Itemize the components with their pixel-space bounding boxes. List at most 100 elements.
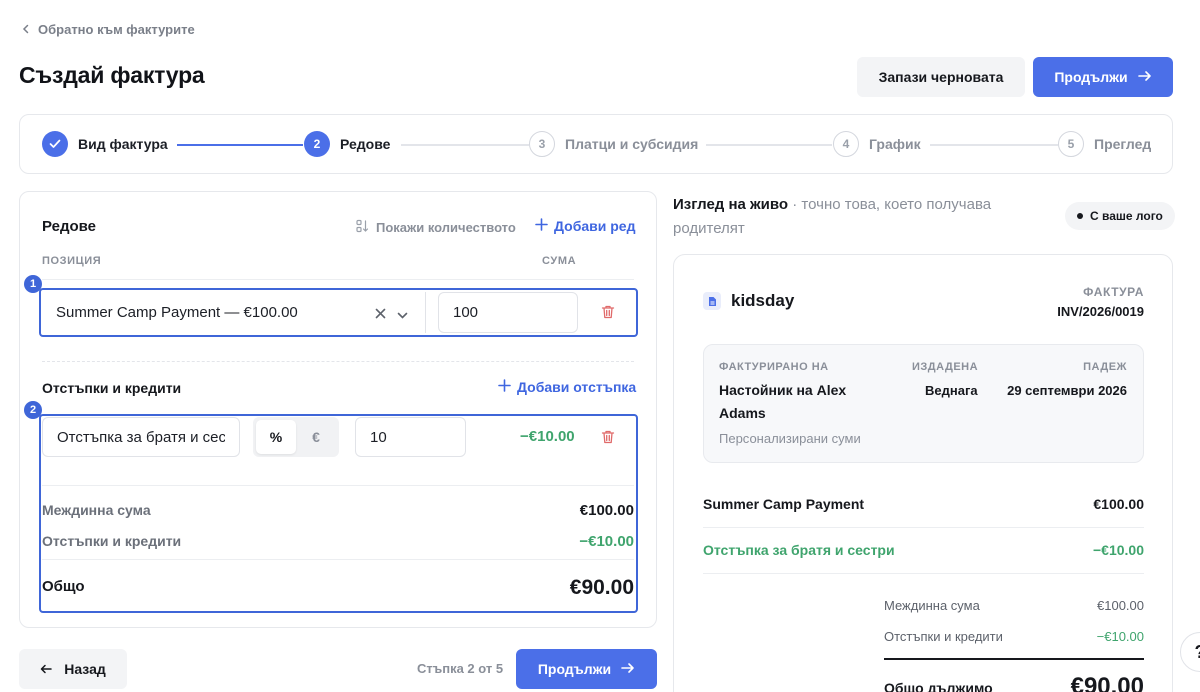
- step-schedule[interactable]: 4 График: [833, 131, 921, 157]
- invoice-preview-card: [673, 254, 1173, 692]
- total-label: Общо: [42, 578, 85, 595]
- discount-name-input[interactable]: Отстъпка за братя и сес: [42, 417, 240, 457]
- progress-stepper: Вид фактура 2 Редове 3 Платци и субсидия…: [19, 114, 1173, 174]
- step-label: Редове: [340, 136, 391, 152]
- discounts-total-value: −€10.00: [579, 533, 634, 550]
- invoice-number: INV/2026/0019: [1057, 304, 1144, 319]
- preview-total-label: Общо дължимо: [884, 680, 993, 692]
- help-button[interactable]: ?: [1180, 632, 1200, 672]
- back-link-label: Обратно към фактурите: [38, 22, 195, 37]
- add-line-label: Добави ред: [554, 218, 636, 234]
- billed-to-value: Настойник на Alex Adams: [719, 382, 847, 421]
- step-invoice-type[interactable]: Вид фактура: [42, 131, 168, 157]
- quantity-icon: [356, 219, 370, 236]
- page-title: Създай фактура: [19, 62, 205, 88]
- step-label: Преглед: [1094, 136, 1152, 152]
- arrow-right-icon: [621, 661, 635, 677]
- billed-to-label: ФАКТУРИРАНО НА: [719, 361, 829, 373]
- live-preview-title: Изглед на живо: [673, 196, 789, 213]
- line-item-value: Summer Camp Payment — €100.00: [56, 304, 298, 321]
- your-logo-badge[interactable]: С ваше лого: [1065, 202, 1175, 230]
- issued-label: ИЗДАДЕНА: [912, 361, 979, 373]
- total-value: €90.00: [569, 576, 634, 599]
- discount-name-value: Отстъпка за братя и сес: [57, 428, 225, 446]
- preview-subtotal-value: €100.00: [1097, 598, 1144, 613]
- continue-button-top[interactable]: Продължи: [1033, 57, 1173, 97]
- continue-label: Продължи: [537, 661, 612, 677]
- line-item-select[interactable]: Summer Camp Payment — €100.00: [42, 292, 426, 333]
- continue-button-bottom[interactable]: Продължи: [516, 649, 657, 689]
- step-label: Вид фактура: [78, 136, 168, 152]
- discounts-total-label: Отстъпки и кредити: [42, 533, 182, 549]
- step-connector: [177, 144, 303, 146]
- preview-total-value: €90.00: [1070, 673, 1144, 692]
- divider: [42, 559, 634, 560]
- discount-computed-amount: −€10.00: [520, 428, 575, 445]
- brand: kidsday: [703, 291, 794, 311]
- chevron-down-icon[interactable]: [397, 307, 408, 325]
- arrow-right-icon: [1137, 69, 1152, 85]
- divider: [703, 527, 1144, 528]
- step-counter: Стъпка 2 от 5: [417, 661, 504, 676]
- discount-value-input[interactable]: 10: [355, 417, 466, 457]
- clear-icon[interactable]: [375, 306, 386, 324]
- due-value: 29 септември 2026: [1007, 383, 1127, 398]
- step-label: График: [869, 136, 921, 152]
- save-draft-button[interactable]: Запази черновата: [857, 57, 1025, 97]
- discount-type-toggle: % €: [253, 417, 339, 457]
- preview-line-name: Summer Camp Payment: [703, 496, 865, 512]
- continue-label: Продължи: [1054, 69, 1128, 85]
- back-button[interactable]: Назад: [19, 649, 127, 689]
- plus-icon: [498, 379, 511, 395]
- column-header-position: ПОЗИЦИЯ: [42, 255, 102, 267]
- step-number: 3: [529, 131, 555, 157]
- line-item-amount-input[interactable]: 100: [438, 292, 578, 333]
- line-item-amount: 100: [453, 304, 479, 321]
- logo-badge-label: С ваше лого: [1090, 209, 1163, 223]
- preview-discounts-value: −€10.00: [1096, 629, 1144, 644]
- divider: [42, 361, 634, 362]
- preview-discounts-label: Отстъпки и кредити: [884, 629, 1003, 644]
- preview-discount-amount: −€10.00: [1093, 542, 1144, 558]
- back-to-invoices-link[interactable]: Обратно към фактурите: [22, 22, 195, 37]
- step-connector: [401, 144, 529, 146]
- add-discount-button[interactable]: Добави отстъпка: [498, 379, 636, 395]
- divider: [42, 279, 634, 280]
- step-number: 5: [1058, 131, 1084, 157]
- discounts-section-title: Отстъпки и кредити: [42, 380, 182, 396]
- divider: [884, 658, 1144, 660]
- discount-value: 10: [370, 428, 387, 446]
- subtotal-label: Междинна сума: [42, 502, 151, 518]
- step-review[interactable]: 5 Преглед: [1058, 131, 1151, 157]
- brand-name: kidsday: [731, 291, 795, 310]
- step-label: Платци и субсидия: [565, 136, 699, 152]
- divider: [42, 485, 634, 486]
- step-payers[interactable]: 3 Платци и субсидия: [529, 131, 698, 157]
- billed-to-sub: Персонализирани суми: [719, 431, 861, 446]
- arrow-left-icon: [40, 661, 52, 677]
- document-icon: [703, 292, 721, 310]
- column-header-amount: СУМА: [542, 255, 577, 267]
- delete-line-icon[interactable]: [600, 304, 616, 325]
- chevron-left-icon: [22, 22, 30, 37]
- add-discount-label: Добави отстъпка: [517, 379, 637, 395]
- add-line-button[interactable]: Добави ред: [535, 218, 635, 234]
- preview-discount-name: Отстъпка за братя и сестри: [703, 542, 895, 558]
- step-connector: [706, 144, 832, 146]
- step-number: 4: [833, 131, 859, 157]
- divider: [425, 292, 426, 333]
- delete-discount-icon[interactable]: [600, 429, 616, 450]
- due-label: ПАДЕЖ: [1083, 361, 1127, 373]
- check-icon: [42, 131, 68, 157]
- save-draft-label: Запази черновата: [878, 69, 1004, 85]
- subtotal-value: €100.00: [579, 502, 634, 519]
- step-connector: [930, 144, 1058, 146]
- show-quantity-toggle[interactable]: Покажи количеството: [356, 219, 516, 236]
- preview-line-amount: €100.00: [1093, 496, 1144, 512]
- dot-icon: [1077, 213, 1083, 219]
- percent-option[interactable]: %: [256, 420, 296, 454]
- euro-option[interactable]: €: [296, 420, 336, 454]
- step-number: 2: [304, 131, 330, 157]
- step-lines[interactable]: 2 Редове: [304, 131, 390, 157]
- lines-section-title: Редове: [42, 218, 97, 235]
